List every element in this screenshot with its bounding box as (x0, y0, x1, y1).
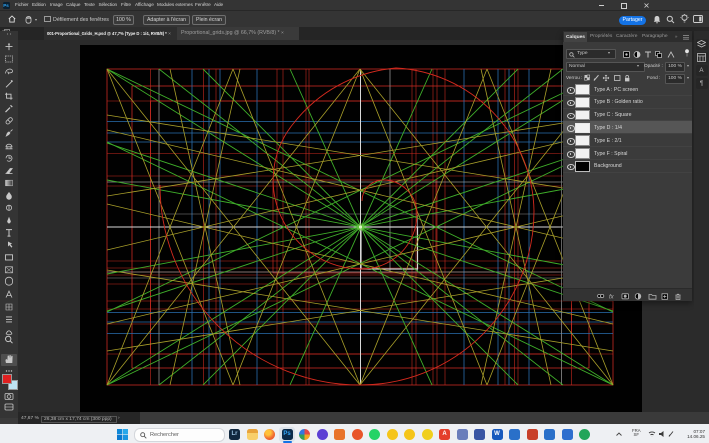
svg-text:fx: fx (609, 294, 615, 300)
